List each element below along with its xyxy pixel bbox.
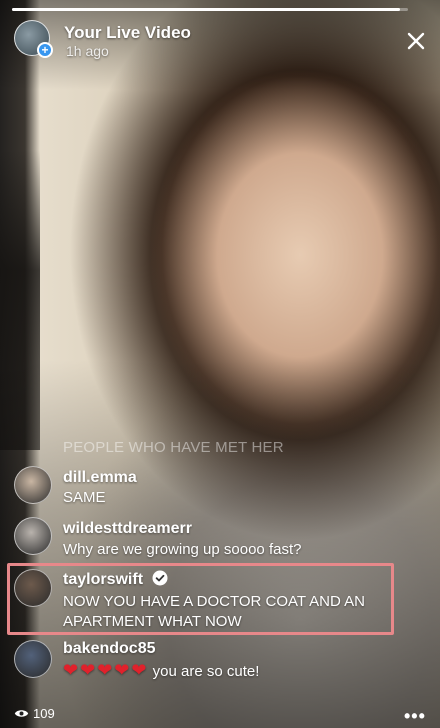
- heart-emoji: ❤: [114, 660, 130, 680]
- heart-emoji: ❤: [97, 660, 113, 680]
- live-video-stage: + Your Live Video 1h ago PEOPLE WHO HAVE…: [0, 0, 440, 728]
- heart-emojis: ❤ ❤ ❤ ❤ ❤: [63, 660, 148, 682]
- heart-emoji: ❤: [80, 660, 96, 680]
- close-icon: [407, 32, 425, 50]
- comment-username[interactable]: wildesttdreamerr: [63, 520, 192, 538]
- live-progress-fill: [12, 8, 401, 11]
- comment-avatar[interactable]: [14, 466, 52, 504]
- comment-avatar[interactable]: [14, 640, 52, 678]
- comment-text: NOW YOU HAVE A DOCTOR COAT AND AN APARTM…: [63, 593, 366, 630]
- comment-avatar[interactable]: [14, 569, 52, 607]
- comment-username[interactable]: bakendoc85: [63, 640, 155, 658]
- add-plus-icon[interactable]: +: [37, 42, 53, 58]
- faded-comment: PEOPLE WHO HAVE MET HER: [63, 439, 284, 456]
- heart-emoji: ❤: [131, 660, 147, 680]
- viewer-count-value: 109: [33, 706, 55, 721]
- comment-text: you are so cute!: [152, 663, 260, 680]
- comment-text: Why are we growing up soooo fast?: [63, 541, 302, 558]
- comment-text-row: ❤ ❤ ❤ ❤ ❤ you are so cute!: [63, 660, 393, 682]
- viewer-count[interactable]: 109: [14, 706, 55, 721]
- comment-username[interactable]: dill.emma: [63, 469, 137, 487]
- close-button[interactable]: [401, 26, 431, 56]
- comment-text: SAME: [63, 489, 106, 506]
- eye-icon: [14, 710, 29, 717]
- more-options-button[interactable]: •••: [404, 706, 426, 727]
- live-video-title: Your Live Video: [64, 23, 191, 42]
- verified-badge-icon: [152, 570, 168, 586]
- live-time-ago: 1h ago: [66, 43, 109, 59]
- comment-avatar[interactable]: [14, 517, 52, 555]
- heart-emoji: ❤: [63, 660, 79, 680]
- comment-username[interactable]: taylorswift: [63, 571, 143, 588]
- comment-username-row: taylorswift: [63, 570, 168, 589]
- live-progress-bar: [12, 8, 408, 11]
